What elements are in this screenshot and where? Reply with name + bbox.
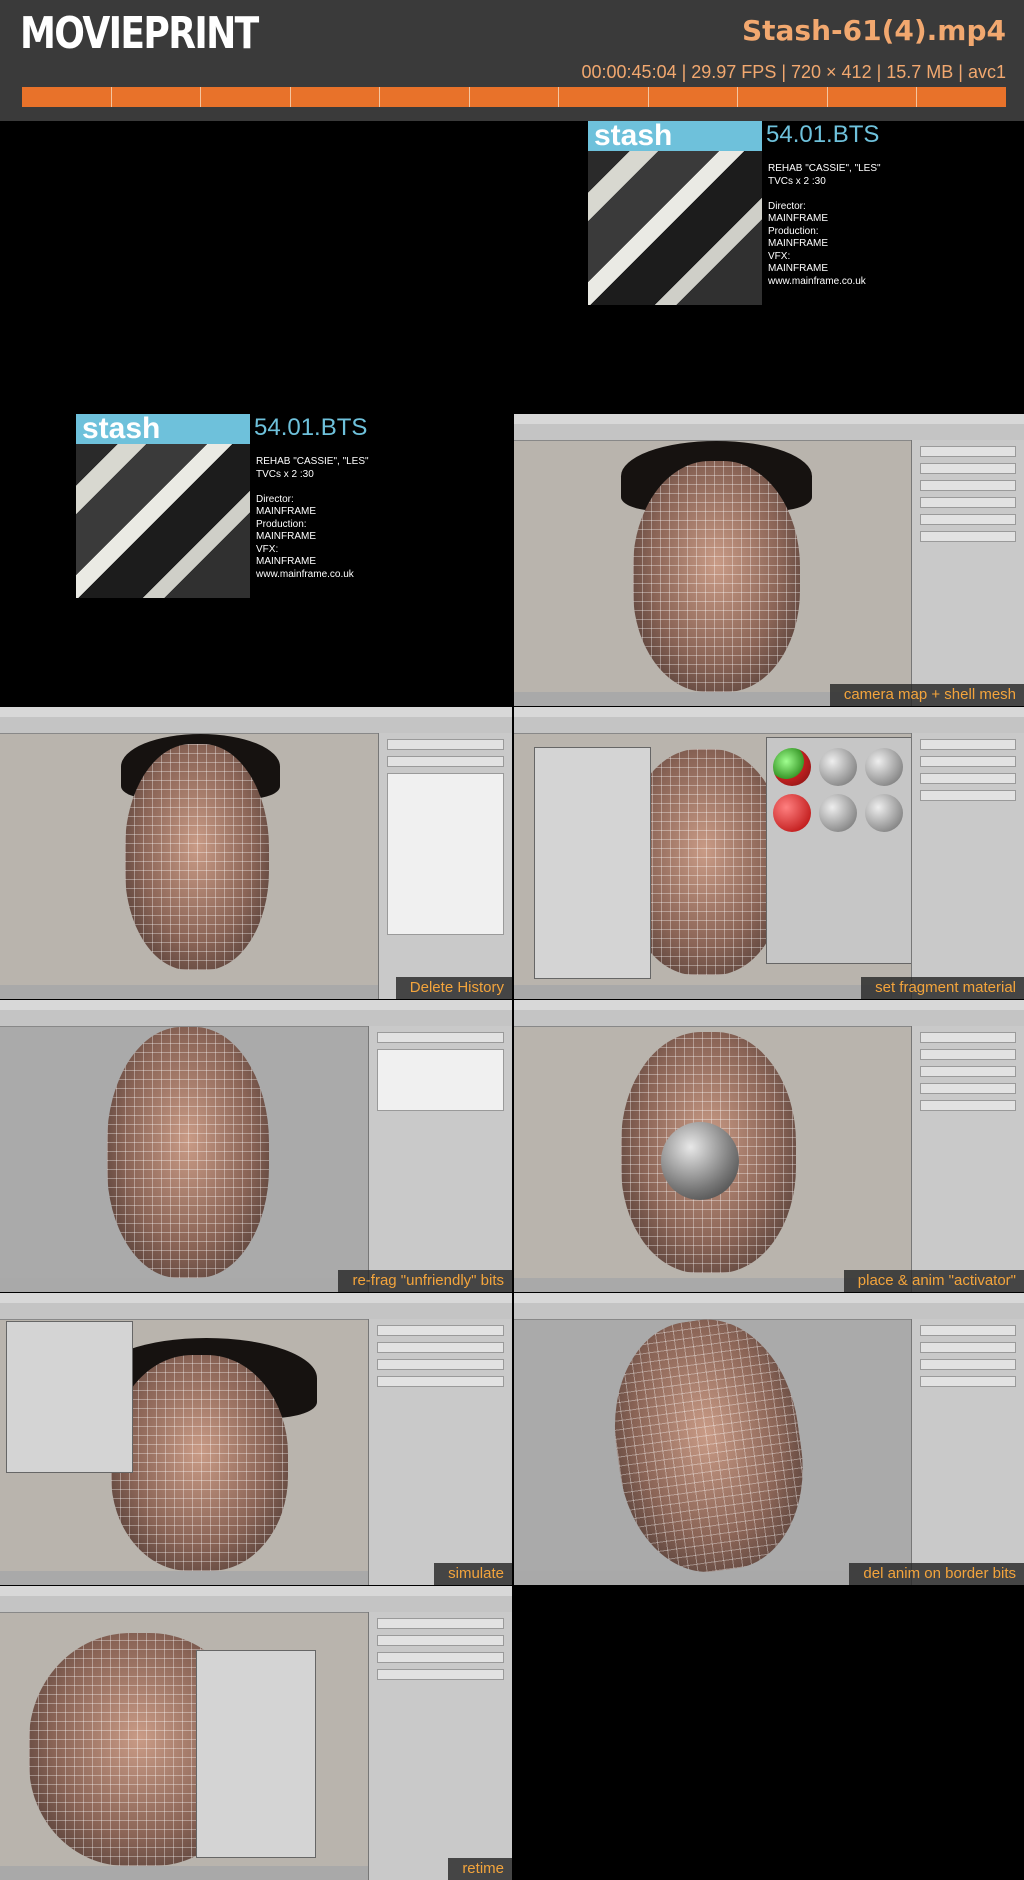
face-mesh [600,1308,817,1583]
main-toolbar [0,1596,512,1613]
command-panel [910,440,1024,706]
material-editor [766,737,918,964]
timeline-segment[interactable] [380,87,470,107]
frame-caption: place & anim "activator" [843,1270,1024,1292]
frame-5[interactable]: set fragment material [514,707,1024,999]
timeline-segment[interactable] [201,87,291,107]
frame-9[interactable]: del anim on border bits [514,1293,1024,1585]
frame-2[interactable]: stash 54.01.BTS REHAB "CASSIE", "LES" TV… [76,414,396,600]
stash-code: 54.01.BTS [254,414,368,441]
timeline-segment[interactable] [559,87,649,107]
frame-1[interactable]: stash 54.01.BTS REHAB "CASSIE", "LES" TV… [588,121,908,307]
command-panel [367,1612,512,1880]
header: MOVIEPRINT Stash-61(4).mp4 00:00:45:04 |… [0,0,1024,121]
modifier-list [377,733,512,999]
stash-code: 54.01.BTS [766,121,880,148]
timeline-segment[interactable] [828,87,918,107]
command-panel [910,1026,1024,1292]
frame-8[interactable]: simulate [0,1293,512,1585]
frame-7[interactable]: place & anim "activator" [514,1000,1024,1292]
frame-caption: camera map + shell mesh [829,684,1024,706]
frame-caption: del anim on border bits [849,1563,1024,1585]
frame-caption: re-frag "unfriendly" bits [338,1270,512,1292]
main-toolbar [0,717,512,734]
face-mesh [633,461,801,692]
face-mesh [125,744,269,970]
main-toolbar [0,1303,512,1320]
timeline-segment[interactable] [917,87,1006,107]
app-logo: MOVIEPRINT [20,8,259,59]
viewport [514,441,912,692]
timeline-segment[interactable] [22,87,112,107]
frame-3[interactable]: camera map + shell mesh [514,414,1024,706]
frame-caption: Delete History [395,977,512,999]
file-meta: 00:00:45:04 | 29.97 FPS | 720 × 412 | 15… [581,62,1007,82]
timeline-segment[interactable] [112,87,202,107]
frame-4[interactable]: Delete History [0,707,512,999]
physics-dialog [6,1321,133,1473]
command-panel [910,1319,1024,1585]
face-mesh [110,1355,288,1571]
timeline-bar[interactable] [22,87,1006,107]
frame-10[interactable]: retime [0,1586,512,1880]
face-mesh [106,1027,270,1278]
frame-6[interactable]: re-frag "unfriendly" bits [0,1000,512,1292]
stash-logo: stash [76,414,250,444]
viewport [514,1308,912,1583]
main-toolbar [514,717,1024,734]
command-panel [367,1319,512,1585]
frame-caption: retime [448,1858,512,1880]
main-toolbar [514,424,1024,441]
viewport [514,1027,912,1278]
stash-credits: REHAB "CASSIE", "LES" TVCs x 2 :30 Direc… [256,456,369,580]
viewport [0,1027,369,1278]
timeline-segment[interactable] [649,87,739,107]
command-panel [910,733,1024,999]
frame-caption: set fragment material [861,977,1024,999]
timeline-segment[interactable] [470,87,560,107]
viewport [0,734,379,985]
time-configuration-dialog [196,1650,316,1858]
command-panel [367,1026,512,1292]
frame-caption: simulate [434,1563,512,1585]
fragmentation-dialog [534,747,651,979]
main-toolbar [514,1010,1024,1027]
main-toolbar [0,1010,512,1027]
stash-logo: stash [588,121,762,151]
file-name: Stash-61(4).mp4 [741,14,1006,47]
main-toolbar [514,1303,1024,1320]
timeline-segment[interactable] [291,87,381,107]
timeline-segment[interactable] [738,87,828,107]
stash-credits: REHAB "CASSIE", "LES" TVCs x 2 :30 Direc… [768,163,881,287]
